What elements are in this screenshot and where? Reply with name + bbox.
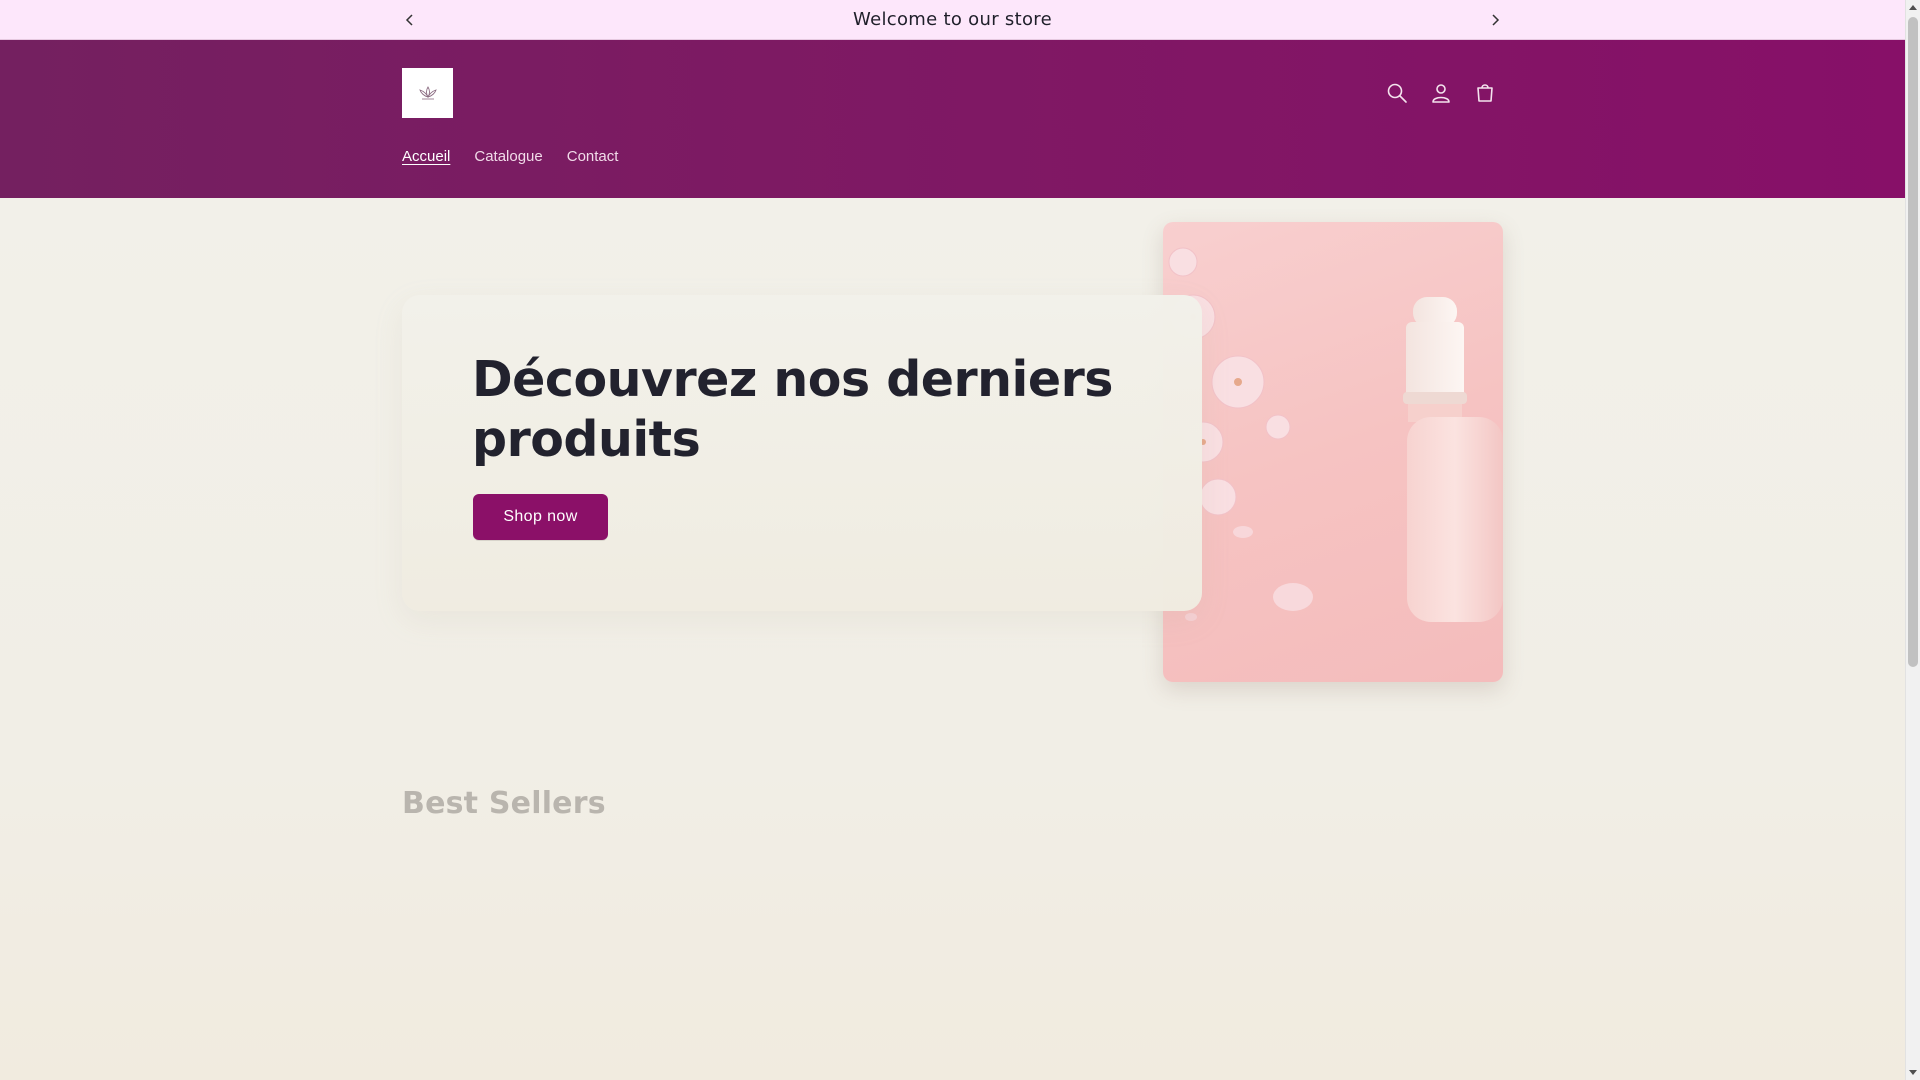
announcement-text: Welcome to our store [853, 9, 1052, 30]
hero-banner: Découvrez nos derniers produits Shop now [402, 295, 1202, 611]
hero-image [1163, 222, 1503, 682]
nav-item-accueil[interactable]: Accueil [402, 148, 450, 165]
hero-title: Découvrez nos derniers produits [472, 351, 1113, 468]
main-nav: Accueil Catalogue Contact [402, 148, 618, 165]
site-header: Accueil Catalogue Contact [0, 40, 1905, 198]
cart-icon [1477, 84, 1493, 102]
account-button[interactable] [1424, 76, 1458, 110]
account-icon [1432, 84, 1450, 103]
announcement-next-button[interactable] [1481, 6, 1509, 34]
announcement-bar: Welcome to our store [0, 0, 1905, 40]
page-scrollbar[interactable] [1905, 0, 1920, 1080]
chevron-right-icon [1492, 14, 1500, 26]
lotus-logo-icon [418, 86, 437, 100]
search-icon [1387, 83, 1407, 103]
best-sellers-heading: Best Sellers [402, 786, 606, 821]
scroll-down-icon[interactable] [1909, 1070, 1917, 1075]
search-button[interactable] [1380, 76, 1414, 110]
cart-button[interactable] [1468, 76, 1502, 110]
scroll-up-icon[interactable] [1909, 5, 1917, 10]
store-logo[interactable] [402, 68, 453, 118]
scrollbar-thumb[interactable] [1908, 17, 1918, 667]
serum-bottle-image [1168, 247, 1503, 622]
nav-item-contact[interactable]: Contact [567, 148, 619, 165]
nav-item-catalogue[interactable]: Catalogue [474, 148, 542, 165]
shop-now-button[interactable]: Shop now [473, 494, 608, 540]
